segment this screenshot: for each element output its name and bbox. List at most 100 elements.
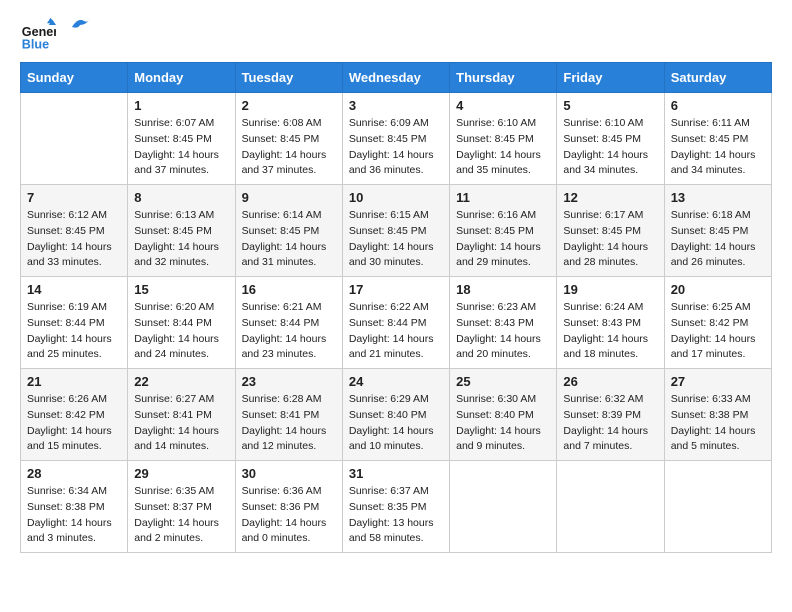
- day-detail: Sunrise: 6:10 AM Sunset: 8:45 PM Dayligh…: [456, 116, 550, 179]
- day-detail: Sunrise: 6:37 AM Sunset: 8:35 PM Dayligh…: [349, 484, 443, 547]
- day-detail: Sunrise: 6:30 AM Sunset: 8:40 PM Dayligh…: [456, 392, 550, 455]
- day-cell: 29 Sunrise: 6:35 AM Sunset: 8:37 PM Dayli…: [128, 461, 235, 553]
- day-number: 4: [456, 98, 550, 113]
- day-cell: 16Sunrise: 6:21 AM Sunset: 8:44 PM Dayli…: [235, 277, 342, 369]
- header-tuesday: Tuesday: [235, 63, 342, 93]
- day-detail: Sunrise: 6:20 AM Sunset: 8:44 PM Dayligh…: [134, 300, 228, 363]
- day-detail: Sunrise: 6:36 AM Sunset: 8:36 PM Dayligh…: [242, 484, 336, 547]
- day-detail: Sunrise: 6:33 AM Sunset: 8:38 PM Dayligh…: [671, 392, 765, 455]
- day-cell: [557, 461, 664, 553]
- day-detail: Sunrise: 6:14 AM Sunset: 8:45 PM Dayligh…: [242, 208, 336, 271]
- calendar-table: SundayMondayTuesdayWednesdayThursdayFrid…: [20, 62, 772, 553]
- day-cell: 6 Sunrise: 6:11 AM Sunset: 8:45 PM Daylig…: [664, 93, 771, 185]
- day-cell: 20 Sunrise: 6:25 AM Sunset: 8:42 PM Dayli…: [664, 277, 771, 369]
- day-number: 3: [349, 98, 443, 113]
- day-cell: 18 Sunrise: 6:23 AM Sunset: 8:43 PM Dayli…: [450, 277, 557, 369]
- day-cell: [450, 461, 557, 553]
- day-cell: 31 Sunrise: 6:37 AM Sunset: 8:35 PM Dayli…: [342, 461, 449, 553]
- logo: General Blue: [20, 16, 92, 52]
- day-detail: Sunrise: 6:28 AM Sunset: 8:41 PM Dayligh…: [242, 392, 336, 455]
- day-number: 19: [563, 282, 657, 297]
- day-cell: 21Sunrise: 6:26 AM Sunset: 8:42 PM Dayli…: [21, 369, 128, 461]
- day-number: 7: [27, 190, 121, 205]
- day-detail: Sunrise: 6:08 AM Sunset: 8:45 PM Dayligh…: [242, 116, 336, 179]
- day-number: 18: [456, 282, 550, 297]
- calendar-header-row: SundayMondayTuesdayWednesdayThursdayFrid…: [21, 63, 772, 93]
- day-number: 26: [563, 374, 657, 389]
- header-saturday: Saturday: [664, 63, 771, 93]
- day-cell: 9 Sunrise: 6:14 AM Sunset: 8:45 PM Daylig…: [235, 185, 342, 277]
- day-cell: 23Sunrise: 6:28 AM Sunset: 8:41 PM Dayli…: [235, 369, 342, 461]
- week-row-4: 21Sunrise: 6:26 AM Sunset: 8:42 PM Dayli…: [21, 369, 772, 461]
- day-number: 15: [134, 282, 228, 297]
- day-cell: 30 Sunrise: 6:36 AM Sunset: 8:36 PM Dayli…: [235, 461, 342, 553]
- day-cell: 22 Sunrise: 6:27 AM Sunset: 8:41 PM Dayli…: [128, 369, 235, 461]
- header-monday: Monday: [128, 63, 235, 93]
- day-number: 24: [349, 374, 443, 389]
- header-thursday: Thursday: [450, 63, 557, 93]
- day-number: 14: [27, 282, 121, 297]
- day-cell: 12Sunrise: 6:17 AM Sunset: 8:45 PM Dayli…: [557, 185, 664, 277]
- day-detail: Sunrise: 6:12 AM Sunset: 8:45 PM Dayligh…: [27, 208, 121, 271]
- day-number: 17: [349, 282, 443, 297]
- day-cell: 10 Sunrise: 6:15 AM Sunset: 8:45 PM Dayli…: [342, 185, 449, 277]
- day-detail: Sunrise: 6:34 AM Sunset: 8:38 PM Dayligh…: [27, 484, 121, 547]
- day-number: 28: [27, 466, 121, 481]
- day-number: 21: [27, 374, 121, 389]
- day-number: 27: [671, 374, 765, 389]
- day-cell: 19 Sunrise: 6:24 AM Sunset: 8:43 PM Dayli…: [557, 277, 664, 369]
- day-number: 9: [242, 190, 336, 205]
- day-number: 10: [349, 190, 443, 205]
- day-cell: 15 Sunrise: 6:20 AM Sunset: 8:44 PM Dayli…: [128, 277, 235, 369]
- day-cell: 3 Sunrise: 6:09 AM Sunset: 8:45 PM Daylig…: [342, 93, 449, 185]
- day-detail: Sunrise: 6:13 AM Sunset: 8:45 PM Dayligh…: [134, 208, 228, 271]
- day-detail: Sunrise: 6:11 AM Sunset: 8:45 PM Dayligh…: [671, 116, 765, 179]
- day-cell: 28 Sunrise: 6:34 AM Sunset: 8:38 PM Dayli…: [21, 461, 128, 553]
- day-cell: 7 Sunrise: 6:12 AM Sunset: 8:45 PM Daylig…: [21, 185, 128, 277]
- day-cell: 11Sunrise: 6:16 AM Sunset: 8:45 PM Dayli…: [450, 185, 557, 277]
- day-number: 29: [134, 466, 228, 481]
- day-number: 20: [671, 282, 765, 297]
- day-number: 31: [349, 466, 443, 481]
- day-detail: Sunrise: 6:35 AM Sunset: 8:37 PM Dayligh…: [134, 484, 228, 547]
- day-detail: Sunrise: 6:19 AM Sunset: 8:44 PM Dayligh…: [27, 300, 121, 363]
- day-cell: 26 Sunrise: 6:32 AM Sunset: 8:39 PM Dayli…: [557, 369, 664, 461]
- day-number: 13: [671, 190, 765, 205]
- page-header: General Blue: [20, 16, 772, 52]
- day-cell: 17 Sunrise: 6:22 AM Sunset: 8:44 PM Dayli…: [342, 277, 449, 369]
- day-cell: 25 Sunrise: 6:30 AM Sunset: 8:40 PM Dayli…: [450, 369, 557, 461]
- day-cell: [21, 93, 128, 185]
- day-detail: Sunrise: 6:29 AM Sunset: 8:40 PM Dayligh…: [349, 392, 443, 455]
- week-row-2: 7 Sunrise: 6:12 AM Sunset: 8:45 PM Daylig…: [21, 185, 772, 277]
- day-number: 6: [671, 98, 765, 113]
- day-number: 22: [134, 374, 228, 389]
- header-friday: Friday: [557, 63, 664, 93]
- day-number: 16: [242, 282, 336, 297]
- day-detail: Sunrise: 6:09 AM Sunset: 8:45 PM Dayligh…: [349, 116, 443, 179]
- day-detail: Sunrise: 6:24 AM Sunset: 8:43 PM Dayligh…: [563, 300, 657, 363]
- day-detail: Sunrise: 6:18 AM Sunset: 8:45 PM Dayligh…: [671, 208, 765, 271]
- day-detail: Sunrise: 6:15 AM Sunset: 8:45 PM Dayligh…: [349, 208, 443, 271]
- week-row-3: 14 Sunrise: 6:19 AM Sunset: 8:44 PM Dayli…: [21, 277, 772, 369]
- day-cell: 24 Sunrise: 6:29 AM Sunset: 8:40 PM Dayli…: [342, 369, 449, 461]
- day-detail: Sunrise: 6:10 AM Sunset: 8:45 PM Dayligh…: [563, 116, 657, 179]
- day-cell: 27 Sunrise: 6:33 AM Sunset: 8:38 PM Dayli…: [664, 369, 771, 461]
- day-detail: Sunrise: 6:23 AM Sunset: 8:43 PM Dayligh…: [456, 300, 550, 363]
- day-number: 1: [134, 98, 228, 113]
- day-detail: Sunrise: 6:32 AM Sunset: 8:39 PM Dayligh…: [563, 392, 657, 455]
- day-number: 25: [456, 374, 550, 389]
- day-cell: 14 Sunrise: 6:19 AM Sunset: 8:44 PM Dayli…: [21, 277, 128, 369]
- header-sunday: Sunday: [21, 63, 128, 93]
- day-cell: 1 Sunrise: 6:07 AM Sunset: 8:45 PM Daylig…: [128, 93, 235, 185]
- day-cell: 8Sunrise: 6:13 AM Sunset: 8:45 PM Daylig…: [128, 185, 235, 277]
- day-detail: Sunrise: 6:27 AM Sunset: 8:41 PM Dayligh…: [134, 392, 228, 455]
- day-cell: 4 Sunrise: 6:10 AM Sunset: 8:45 PM Daylig…: [450, 93, 557, 185]
- day-detail: Sunrise: 6:25 AM Sunset: 8:42 PM Dayligh…: [671, 300, 765, 363]
- day-detail: Sunrise: 6:07 AM Sunset: 8:45 PM Dayligh…: [134, 116, 228, 179]
- day-detail: Sunrise: 6:17 AM Sunset: 8:45 PM Dayligh…: [563, 208, 657, 271]
- day-detail: Sunrise: 6:22 AM Sunset: 8:44 PM Dayligh…: [349, 300, 443, 363]
- day-number: 30: [242, 466, 336, 481]
- day-cell: 13 Sunrise: 6:18 AM Sunset: 8:45 PM Dayli…: [664, 185, 771, 277]
- day-cell: 2 Sunrise: 6:08 AM Sunset: 8:45 PM Daylig…: [235, 93, 342, 185]
- day-number: 2: [242, 98, 336, 113]
